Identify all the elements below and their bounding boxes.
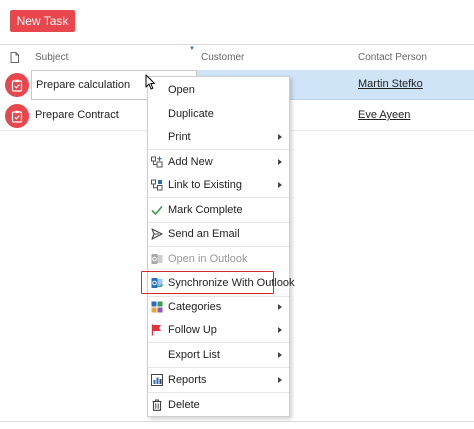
menu-item-label: Reports (168, 374, 207, 386)
menu-divider (148, 392, 289, 393)
grid-bottom-border (0, 421, 474, 422)
menu-item-label: Open (168, 84, 195, 96)
menu-item-send-email[interactable]: Send an Email (148, 223, 289, 245)
toolbar-divider (0, 44, 474, 45)
menu-item-label: Mark Complete (168, 204, 243, 216)
menu-item-duplicate[interactable]: Duplicate (148, 103, 289, 125)
menu-item-open[interactable]: Open (148, 79, 289, 101)
subject-text: Prepare calculation (36, 79, 131, 91)
menu-item-delete[interactable]: Delete (148, 394, 289, 416)
new-task-button[interactable]: New Task (10, 10, 75, 32)
submenu-arrow-icon (278, 327, 282, 333)
task-icon (5, 104, 29, 128)
add-new-icon (151, 156, 163, 168)
reports-icon (151, 374, 163, 386)
menu-item-label: Delete (168, 399, 200, 411)
menu-item-label: Categories (168, 301, 222, 313)
menu-item-label: Link to Existing (168, 179, 242, 191)
sort-indicator-icon: ▼ (189, 46, 195, 52)
menu-item-label: Synchronize With Outlook (168, 277, 295, 289)
sync-outlook-icon (151, 277, 163, 289)
trash-icon (151, 399, 163, 411)
categories-icon (151, 301, 163, 313)
submenu-arrow-icon (278, 134, 282, 140)
menu-item-reports[interactable]: Reports (148, 369, 289, 391)
contact-link[interactable]: Eve Ayeen (358, 109, 410, 121)
column-header-subject[interactable]: Subject (35, 52, 68, 63)
menu-item-label: Duplicate (168, 108, 214, 120)
menu-item-label: Follow Up (168, 324, 217, 336)
menu-item-open-in-outlook[interactable]: Open in Outlook (148, 248, 289, 270)
menu-divider (148, 367, 289, 368)
submenu-arrow-icon (278, 352, 282, 358)
submenu-arrow-icon (278, 182, 282, 188)
submenu-arrow-icon (278, 377, 282, 383)
menu-item-link-to-existing[interactable]: Link to Existing (148, 174, 289, 196)
mouse-cursor-icon (145, 74, 155, 93)
menu-item-print[interactable]: Print (148, 126, 289, 148)
menu-item-export-list[interactable]: Export List (148, 344, 289, 366)
contact-link[interactable]: Martin Stefko (358, 78, 423, 90)
menu-item-label: Print (168, 131, 191, 143)
submenu-arrow-icon (278, 304, 282, 310)
column-header-contact[interactable]: Contact Person (358, 52, 427, 63)
menu-item-follow-up[interactable]: Follow Up (148, 319, 289, 341)
menu-divider (148, 149, 289, 150)
menu-item-categories[interactable]: Categories (148, 296, 289, 318)
outlook-icon (151, 253, 163, 265)
send-icon (151, 228, 163, 240)
menu-divider (148, 197, 289, 198)
flag-icon (151, 324, 163, 336)
menu-divider (148, 246, 289, 247)
checkmark-icon (151, 204, 163, 216)
context-menu: Open Duplicate Print Add New Link to Exi… (141, 76, 295, 417)
submenu-arrow-icon (278, 159, 282, 165)
menu-item-mark-complete[interactable]: Mark Complete (148, 199, 289, 221)
menu-item-label: Open in Outlook (168, 253, 248, 265)
column-header-customer[interactable]: Customer (201, 52, 244, 63)
menu-item-add-new[interactable]: Add New (148, 151, 289, 173)
task-icon (5, 73, 29, 97)
menu-item-label: Export List (168, 349, 220, 361)
subject-text[interactable]: Prepare Contract (35, 109, 119, 121)
menu-item-label: Add New (168, 156, 213, 168)
link-icon (151, 179, 163, 191)
menu-item-synchronize-with-outlook[interactable]: Synchronize With Outlook (141, 271, 295, 294)
menu-divider (148, 342, 289, 343)
menu-item-label: Send an Email (168, 228, 240, 240)
document-icon (10, 52, 19, 66)
